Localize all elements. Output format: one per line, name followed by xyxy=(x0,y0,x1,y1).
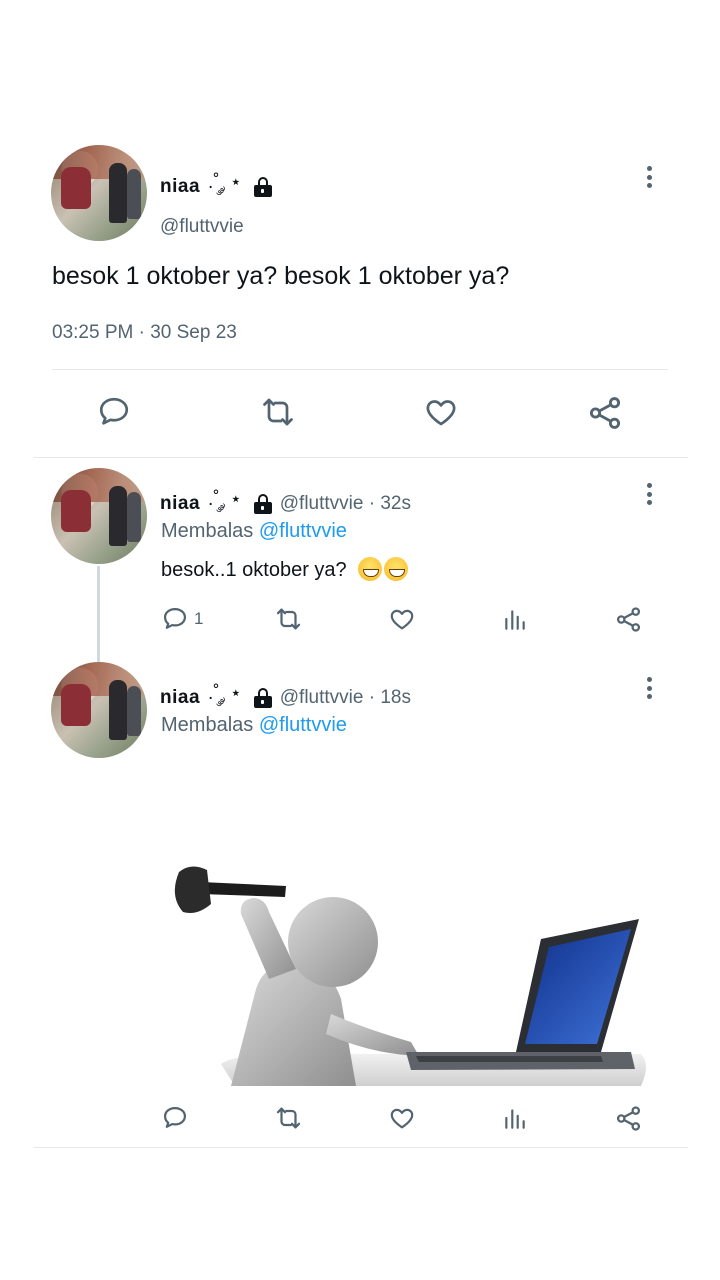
replying-label: Membalas xyxy=(161,714,254,736)
like-icon[interactable] xyxy=(388,605,416,633)
replying-to: Membalas @fluttvvie xyxy=(161,714,347,737)
share-icon[interactable] xyxy=(586,394,624,432)
reply-text: besok..1 oktober ya? xyxy=(161,557,409,582)
lock-icon xyxy=(253,177,272,197)
tweet-timestamp[interactable]: 03:25 PM · 30 Sep 23 xyxy=(52,322,237,344)
grin-emoji-icon xyxy=(358,557,383,581)
views-icon[interactable] xyxy=(502,1104,528,1132)
reply-icon[interactable] xyxy=(96,394,132,430)
thread-connector xyxy=(97,566,100,662)
tweet-media-image[interactable] xyxy=(161,764,651,1090)
reply-text-content: besok..1 oktober ya? xyxy=(161,559,347,581)
retweet-icon[interactable] xyxy=(273,605,304,633)
more-icon[interactable] xyxy=(639,163,659,191)
retweet-icon[interactable] xyxy=(273,1104,304,1132)
display-name[interactable]: niaa xyxy=(160,687,200,709)
views-icon[interactable] xyxy=(502,605,528,633)
lock-icon xyxy=(253,494,272,514)
avatar[interactable] xyxy=(51,662,147,758)
avatar[interactable] xyxy=(51,145,147,241)
more-icon[interactable] xyxy=(639,480,659,508)
avatar[interactable] xyxy=(51,468,147,564)
display-name[interactable]: niaa xyxy=(160,176,200,198)
lock-icon xyxy=(253,688,272,708)
share-icon[interactable] xyxy=(614,605,643,634)
tweet-text: besok 1 oktober ya? besok 1 oktober ya? xyxy=(52,262,510,290)
replying-mention[interactable]: @fluttvvie xyxy=(259,520,347,542)
reply-icon[interactable] xyxy=(161,605,189,633)
figure-smashing-laptop-image xyxy=(174,866,646,1086)
replying-mention[interactable]: @fluttvvie xyxy=(259,714,347,736)
replying-label: Membalas xyxy=(161,520,254,542)
author-handle[interactable]: @fluttvvie xyxy=(160,216,244,238)
name-decoration: .˚ ༘ ⋆ xyxy=(208,172,242,193)
retweet-icon[interactable] xyxy=(258,394,298,430)
divider xyxy=(34,1147,688,1148)
more-icon[interactable] xyxy=(639,674,659,702)
author-handle-time[interactable]: @fluttvvie · 32s xyxy=(280,493,411,515)
reply-count: 1 xyxy=(194,609,204,628)
reply-icon[interactable] xyxy=(161,1104,189,1132)
replying-to: Membalas @fluttvvie xyxy=(161,520,347,543)
divider xyxy=(34,457,688,458)
like-icon[interactable] xyxy=(423,394,459,430)
author-handle-time[interactable]: @fluttvvie · 18s xyxy=(280,687,411,709)
like-icon[interactable] xyxy=(388,1104,416,1132)
author-name-row: niaa .˚ ༘ ⋆ xyxy=(160,160,272,214)
grin-emoji-icon xyxy=(384,557,409,581)
display-name[interactable]: niaa xyxy=(160,493,200,515)
share-icon[interactable] xyxy=(614,1104,643,1133)
divider xyxy=(52,369,668,370)
